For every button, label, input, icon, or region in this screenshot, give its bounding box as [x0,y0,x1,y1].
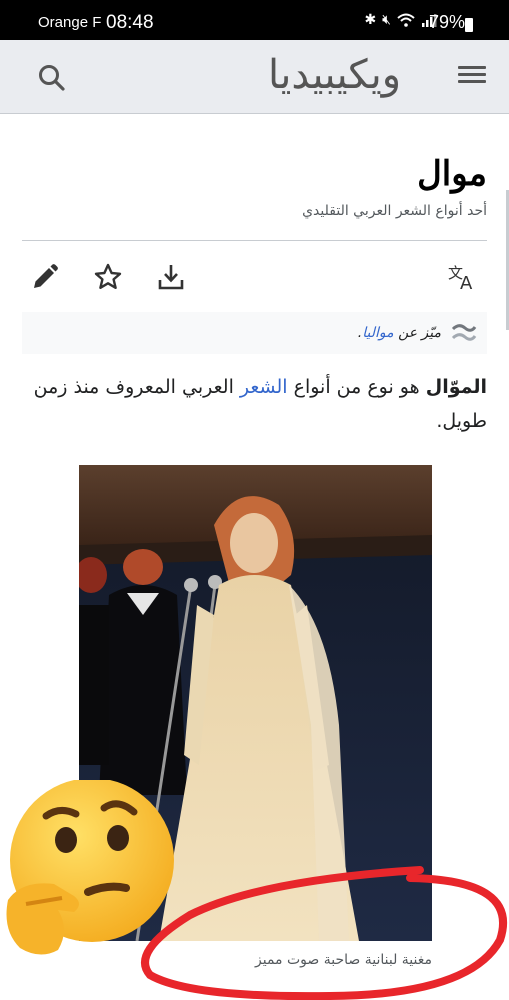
app-header: ويكيبيديا [0,40,509,114]
page-title: موال [417,154,487,194]
language-icon: 文 A [448,264,473,292]
language-button[interactable]: 文 A [446,260,480,294]
page-subtitle: أحد أنواع الشعر العربي التقليدي [302,203,487,219]
battery-level: 79% [428,12,465,32]
menu-icon [454,66,490,83]
lead-text-1: هو نوع من أنواع [293,376,420,398]
system-icons: ✱ 🔇︎ [364,12,437,28]
mute-icon: 🔇︎ [382,12,391,28]
wikipedia-logo[interactable]: ويكيبيديا [268,52,401,98]
hatnote: ميّز عن مواليا. [22,312,487,354]
lead-bold-term: الموّال [425,376,487,398]
svg-text:A: A [460,273,473,292]
divider [22,240,487,241]
bluetooth-icon: ✱ [364,12,377,28]
menu-button[interactable] [454,62,490,94]
battery-icon [465,18,473,32]
download-button[interactable] [154,260,188,294]
hatnote-link[interactable]: مواليا [362,325,393,341]
thinking-face-emoji [6,780,174,955]
clock: 08:48 [106,12,154,33]
watch-button[interactable] [91,260,125,294]
star-icon [94,263,122,289]
download-icon [158,265,184,290]
search-icon [39,65,65,91]
edit-button[interactable] [28,260,62,294]
carrier-name: Orange F [38,14,102,31]
poetry-link[interactable]: الشعر [240,376,288,398]
hatnote-text: ميّز عن مواليا. [358,325,441,341]
status-bar: Orange F 08:48 ✱ 🔇︎ 79% [0,0,509,40]
edit-icon [34,264,58,288]
disambiguation-icon [451,324,477,341]
image-caption: مغنية لبنانية صاحبة صوت مميز [255,952,432,968]
lead-paragraph: الموّال هو نوع من أنواع الشعر العربي الم… [22,370,487,438]
wifi-icon [397,13,415,27]
hatnote-prefix: ميّز عن [398,325,441,341]
search-button[interactable] [36,62,68,94]
